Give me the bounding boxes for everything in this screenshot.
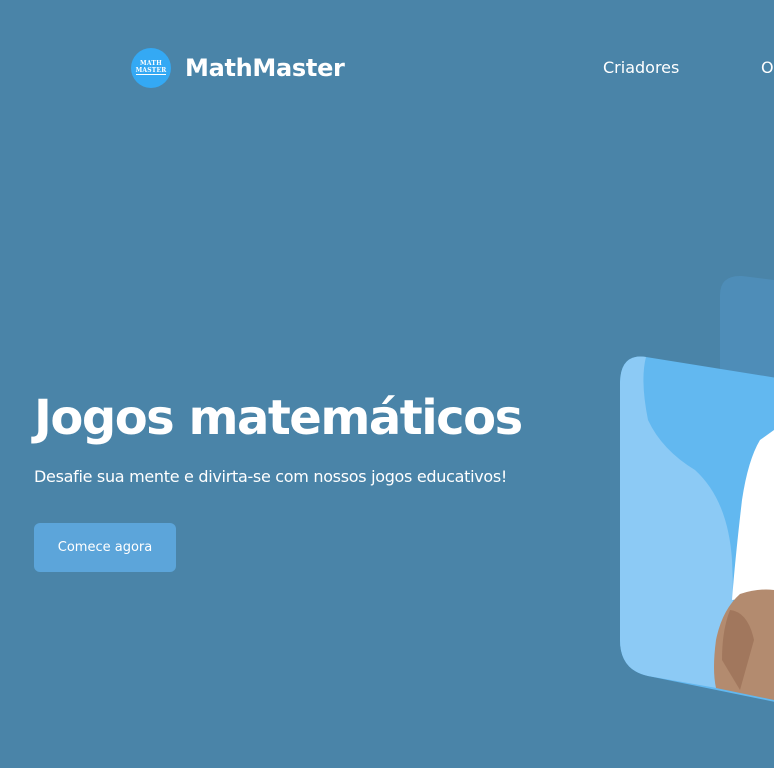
hero-illustration — [620, 275, 774, 702]
photo-card — [620, 356, 774, 702]
start-now-button[interactable]: Comece agora — [34, 523, 176, 572]
hero-subtitle: Desafie sua mente e divirta-se com nosso… — [34, 467, 508, 486]
nav-link-criadores[interactable]: Criadores — [603, 58, 679, 77]
main-nav: Criadores O — [0, 58, 774, 80]
hero-title: Jogos matemáticos — [34, 390, 523, 446]
nav-link-2[interactable]: O — [761, 58, 774, 77]
